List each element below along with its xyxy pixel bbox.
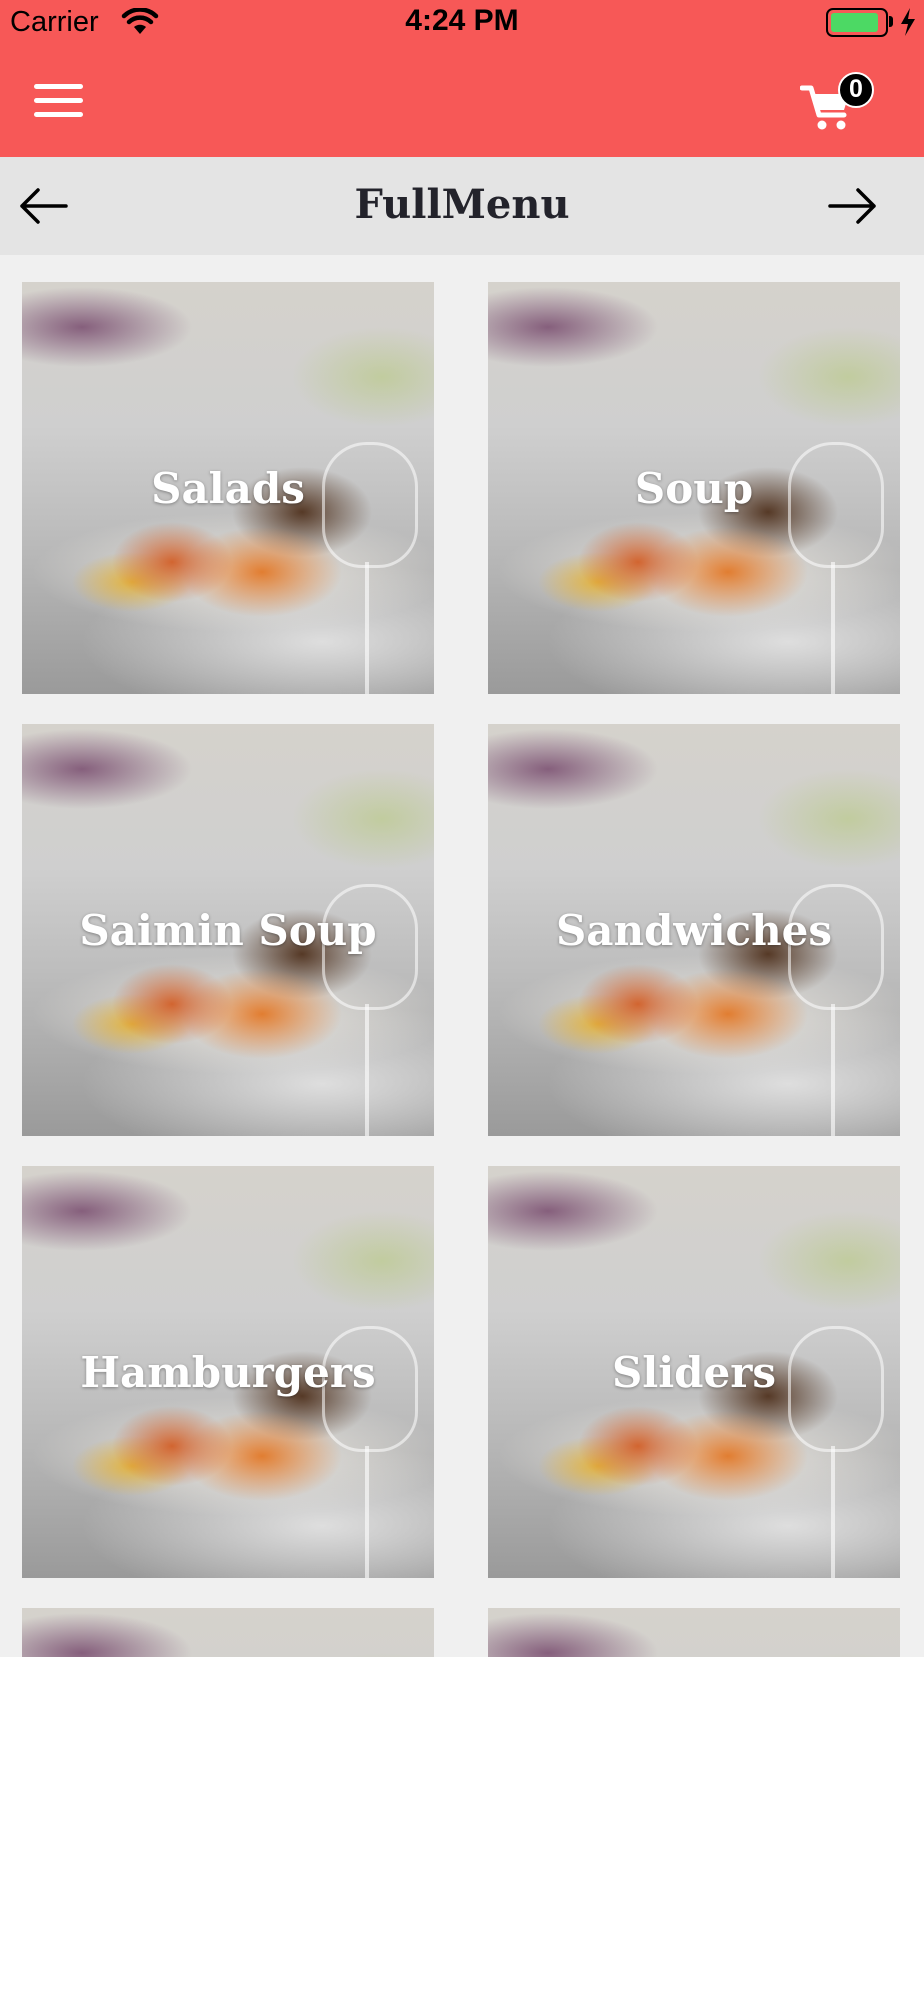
status-bar: Carrier 4:24 PM bbox=[0, 0, 924, 44]
app-header: 0 bbox=[0, 44, 924, 157]
category-grid: Salads Soup Saimin Soup Sandwiches Hambu… bbox=[0, 255, 924, 1657]
category-label: Hamburgers bbox=[80, 1347, 376, 1397]
battery-nub bbox=[889, 16, 893, 27]
category-tile[interactable] bbox=[22, 1608, 434, 1657]
menu-button[interactable] bbox=[34, 84, 84, 120]
hamburger-menu-icon bbox=[34, 98, 83, 103]
category-tile-sandwiches[interactable]: Sandwiches bbox=[488, 724, 900, 1136]
clock: 4:24 PM bbox=[405, 4, 519, 37]
category-label: Soup bbox=[634, 463, 754, 513]
category-label: Sliders bbox=[611, 1347, 777, 1397]
bolt-icon bbox=[901, 8, 915, 36]
hamburger-menu-icon bbox=[34, 84, 83, 89]
category-tile-saimin-soup[interactable]: Saimin Soup bbox=[22, 724, 434, 1136]
category-tile[interactable] bbox=[488, 1608, 900, 1657]
category-tile-soup[interactable]: Soup bbox=[488, 282, 900, 694]
category-tile-hamburgers[interactable]: Hamburgers bbox=[22, 1166, 434, 1578]
category-label bbox=[22, 1608, 434, 1657]
category-nav: FullMenu bbox=[0, 157, 924, 255]
category-label: Saimin Soup bbox=[79, 905, 377, 955]
arrow-right-icon[interactable] bbox=[826, 185, 878, 227]
category-tile-salads[interactable]: Salads bbox=[22, 282, 434, 694]
hamburger-menu-icon bbox=[34, 112, 83, 117]
category-label: Sandwiches bbox=[555, 905, 833, 955]
category-label bbox=[488, 1608, 900, 1657]
cart-count-badge: 0 bbox=[838, 72, 874, 108]
category-tile-sliders[interactable]: Sliders bbox=[488, 1166, 900, 1578]
battery-icon bbox=[826, 8, 888, 37]
battery-level bbox=[831, 13, 878, 32]
category-label: Salads bbox=[151, 463, 305, 513]
page-title: FullMenu bbox=[354, 181, 570, 228]
